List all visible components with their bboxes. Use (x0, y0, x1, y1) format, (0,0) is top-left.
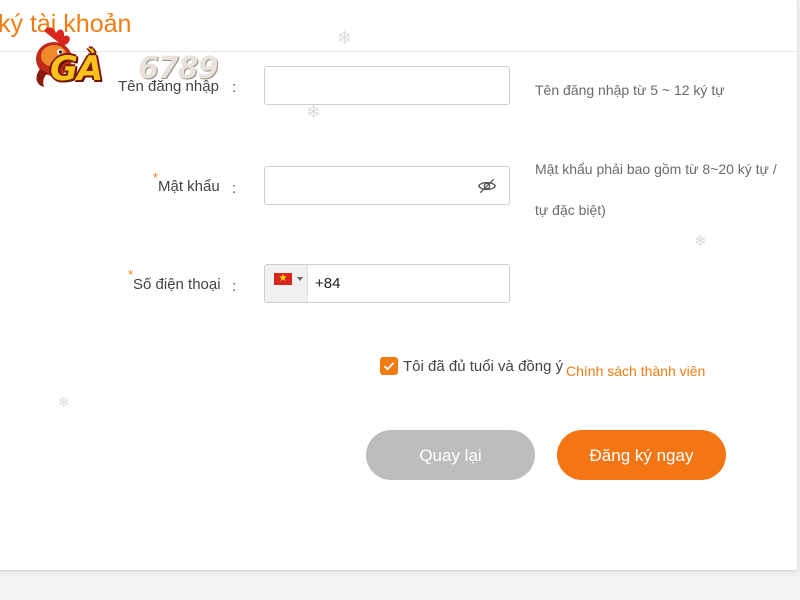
snowflake-icon: ❄ (694, 233, 707, 250)
password-hint: Mật khẩu phải bao gồm từ 8~20 ký tự / (535, 161, 777, 177)
password-field[interactable] (264, 166, 510, 205)
member-policy-link[interactable]: Chính sách thành viên (566, 362, 705, 380)
phone-label: Số điện thoại (133, 276, 221, 293)
register-button[interactable]: Đăng ký ngay (557, 430, 726, 480)
snowflake-icon: ❄ (58, 394, 70, 410)
password-hint-continued: tự đặc biệt) (535, 202, 606, 218)
vietnam-flag-icon: ★ (274, 273, 292, 285)
password-colon: : (232, 180, 237, 197)
snowflake-icon: ❄ (306, 102, 322, 122)
caret-down-icon (297, 277, 303, 281)
username-label: Tên đăng nhập (118, 78, 219, 95)
username-hint: Tên đăng nhập từ 5 ~ 12 ký tự (535, 82, 725, 98)
agreement-text: Tôi đã đủ tuổi và đồng ý (403, 358, 564, 375)
check-icon (383, 362, 395, 371)
agree-checkbox[interactable] (380, 357, 398, 375)
phone-colon: : (232, 278, 237, 295)
username-colon: : (232, 79, 237, 96)
phone-field[interactable]: ★ +84 (264, 264, 510, 303)
eye-slash-icon[interactable] (477, 176, 497, 196)
registration-panel: ký tài khoản ❄ ❄ ❄ ❄ ❄ GÀ 6789 Tên đăng … (0, 0, 798, 571)
dial-code: +84 (315, 275, 341, 292)
logo-brand-text: GÀ (50, 49, 103, 89)
country-selector[interactable]: ★ (265, 265, 308, 302)
username-input[interactable] (264, 66, 510, 105)
password-label: Mật khẩu (158, 178, 220, 195)
back-button[interactable]: Quay lại (366, 430, 535, 480)
snowflake-icon: ❄ (337, 28, 353, 48)
